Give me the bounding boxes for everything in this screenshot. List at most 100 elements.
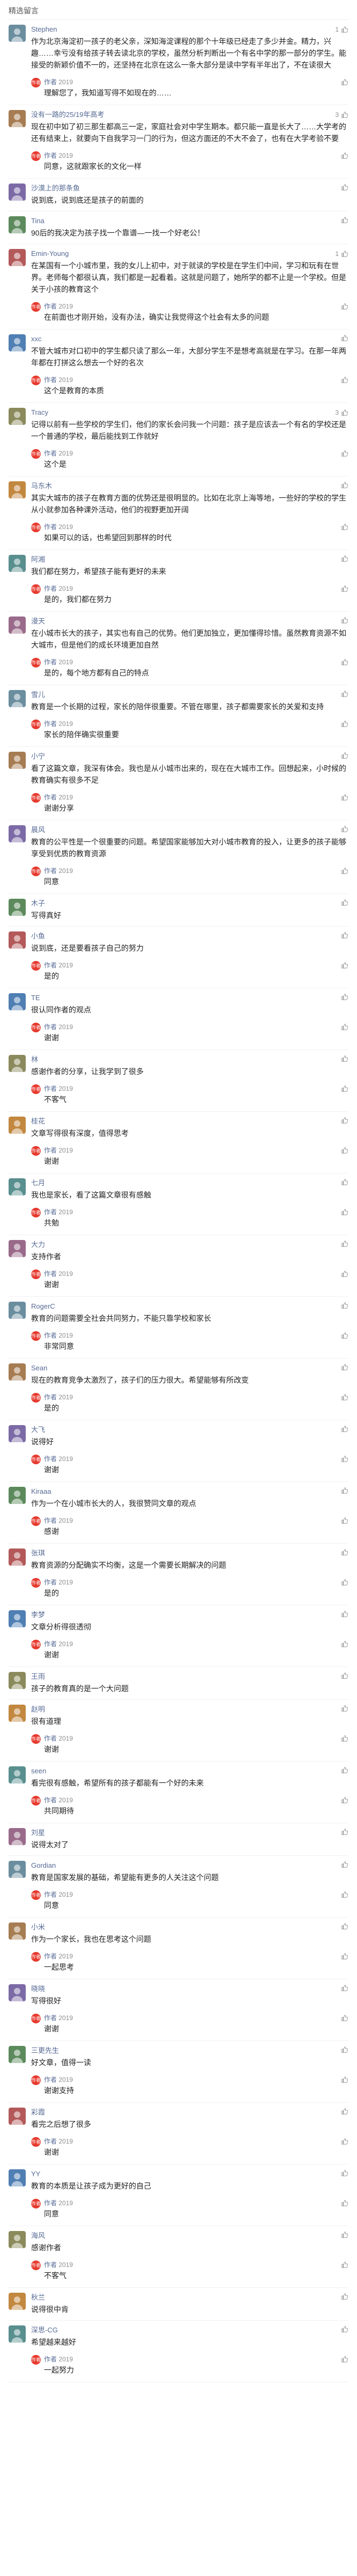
like-button[interactable] — [339, 1117, 348, 1124]
comment-nickname[interactable]: 马东木 — [31, 481, 52, 491]
comment-nickname[interactable]: 木子 — [31, 899, 45, 908]
reply-like-button[interactable] — [339, 1207, 348, 1217]
like-button[interactable] — [339, 993, 348, 1001]
avatar[interactable] — [9, 334, 26, 351]
avatar[interactable] — [9, 184, 26, 201]
reply-like-button[interactable] — [339, 2354, 348, 2364]
like-button[interactable] — [339, 1861, 348, 1868]
reply-like-button[interactable] — [339, 77, 348, 87]
avatar[interactable] — [9, 1425, 26, 1442]
like-button[interactable] — [339, 2046, 348, 2053]
like-button[interactable] — [339, 1922, 348, 1930]
reply-like-button[interactable] — [339, 2137, 348, 2146]
avatar[interactable] — [9, 408, 26, 425]
like-button[interactable] — [339, 1178, 348, 1186]
comment-nickname[interactable]: RogerC — [31, 1302, 55, 1311]
reply-like-button[interactable] — [339, 2198, 348, 2208]
like-button[interactable] — [339, 1610, 348, 1618]
comment-nickname[interactable]: Emin-Young — [31, 249, 69, 259]
like-button[interactable]: 1 — [335, 249, 348, 259]
avatar[interactable] — [9, 110, 26, 127]
like-button[interactable] — [339, 752, 348, 759]
avatar[interactable] — [9, 1363, 26, 1381]
avatar[interactable] — [9, 555, 26, 572]
reply-like-button[interactable] — [339, 2013, 348, 2023]
comment-nickname[interactable]: 林 — [31, 1055, 38, 1065]
avatar[interactable] — [9, 25, 26, 42]
avatar[interactable] — [9, 2169, 26, 2186]
comment-nickname[interactable]: 没有一路的25/19年高考 — [31, 110, 105, 120]
avatar[interactable] — [9, 1922, 26, 1940]
reply-like-button[interactable] — [339, 2075, 348, 2085]
avatar[interactable] — [9, 1861, 26, 1878]
reply-like-button[interactable] — [339, 2260, 348, 2270]
avatar[interactable] — [9, 1766, 26, 1784]
comment-nickname[interactable]: 七月 — [31, 1178, 45, 1188]
avatar[interactable] — [9, 481, 26, 498]
comment-nickname[interactable]: 深思-CG — [31, 2325, 58, 2335]
reply-like-button[interactable] — [339, 792, 348, 802]
comment-nickname[interactable]: 刘星 — [31, 1828, 45, 1838]
comment-nickname[interactable]: 晨风 — [31, 825, 45, 835]
reply-like-button[interactable] — [339, 1331, 348, 1340]
like-button[interactable] — [339, 555, 348, 562]
comment-nickname[interactable]: 大飞 — [31, 1425, 45, 1435]
comment-nickname[interactable]: 桂花 — [31, 1117, 45, 1126]
like-button[interactable] — [339, 1705, 348, 1712]
avatar[interactable] — [9, 931, 26, 949]
reply-like-button[interactable] — [339, 1454, 348, 1464]
like-button[interactable] — [339, 1240, 348, 1247]
like-button[interactable] — [339, 1055, 348, 1062]
comment-nickname[interactable]: 小鱼 — [31, 931, 45, 941]
like-button[interactable] — [339, 481, 348, 489]
avatar[interactable] — [9, 752, 26, 769]
like-button[interactable] — [339, 617, 348, 624]
like-button[interactable] — [339, 1828, 348, 1836]
like-button[interactable] — [339, 2293, 348, 2300]
avatar[interactable] — [9, 216, 26, 233]
reply-like-button[interactable] — [339, 719, 348, 729]
avatar[interactable] — [9, 1610, 26, 1627]
like-button[interactable] — [339, 825, 348, 833]
comment-nickname[interactable]: Tina — [31, 216, 44, 226]
like-button[interactable] — [339, 2325, 348, 2333]
like-button[interactable] — [339, 2108, 348, 2115]
like-button[interactable] — [339, 1984, 348, 1992]
comment-nickname[interactable]: 小宁 — [31, 752, 45, 761]
reply-like-button[interactable] — [339, 1146, 348, 1155]
avatar[interactable] — [9, 617, 26, 634]
reply-like-button[interactable] — [339, 1890, 348, 1899]
avatar[interactable] — [9, 1055, 26, 1072]
reply-like-button[interactable] — [339, 1084, 348, 1093]
like-button[interactable] — [339, 1672, 348, 1679]
avatar[interactable] — [9, 2046, 26, 2063]
comment-nickname[interactable]: Tracy — [31, 408, 48, 417]
comment-nickname[interactable]: 阿湘 — [31, 555, 45, 564]
comment-nickname[interactable]: 海风 — [31, 2231, 45, 2241]
avatar[interactable] — [9, 2108, 26, 2125]
avatar[interactable] — [9, 1984, 26, 2001]
reply-like-button[interactable] — [339, 1516, 348, 1525]
comment-nickname[interactable]: Gordian — [31, 1861, 56, 1870]
reply-like-button[interactable] — [339, 375, 348, 385]
avatar[interactable] — [9, 2293, 26, 2310]
reply-like-button[interactable] — [339, 151, 348, 160]
comment-nickname[interactable]: 晓晓 — [31, 1984, 45, 1994]
avatar[interactable] — [9, 1487, 26, 1504]
avatar[interactable] — [9, 1178, 26, 1195]
like-button[interactable] — [339, 899, 348, 906]
reply-like-button[interactable] — [339, 866, 348, 876]
avatar[interactable] — [9, 249, 26, 266]
comment-nickname[interactable]: 张琪 — [31, 1548, 45, 1558]
reply-like-button[interactable] — [339, 960, 348, 970]
reply-like-button[interactable] — [339, 1577, 348, 1587]
like-button[interactable] — [339, 2231, 348, 2239]
comment-nickname[interactable]: 李梦 — [31, 1610, 45, 1620]
reply-like-button[interactable] — [339, 657, 348, 667]
comment-nickname[interactable]: xxc — [31, 334, 42, 344]
reply-like-button[interactable] — [339, 1022, 348, 1032]
comment-nickname[interactable]: 赵明 — [31, 1705, 45, 1714]
comment-nickname[interactable]: 小米 — [31, 1922, 45, 1932]
like-button[interactable] — [339, 1363, 348, 1371]
comment-nickname[interactable]: 漫天 — [31, 617, 45, 626]
